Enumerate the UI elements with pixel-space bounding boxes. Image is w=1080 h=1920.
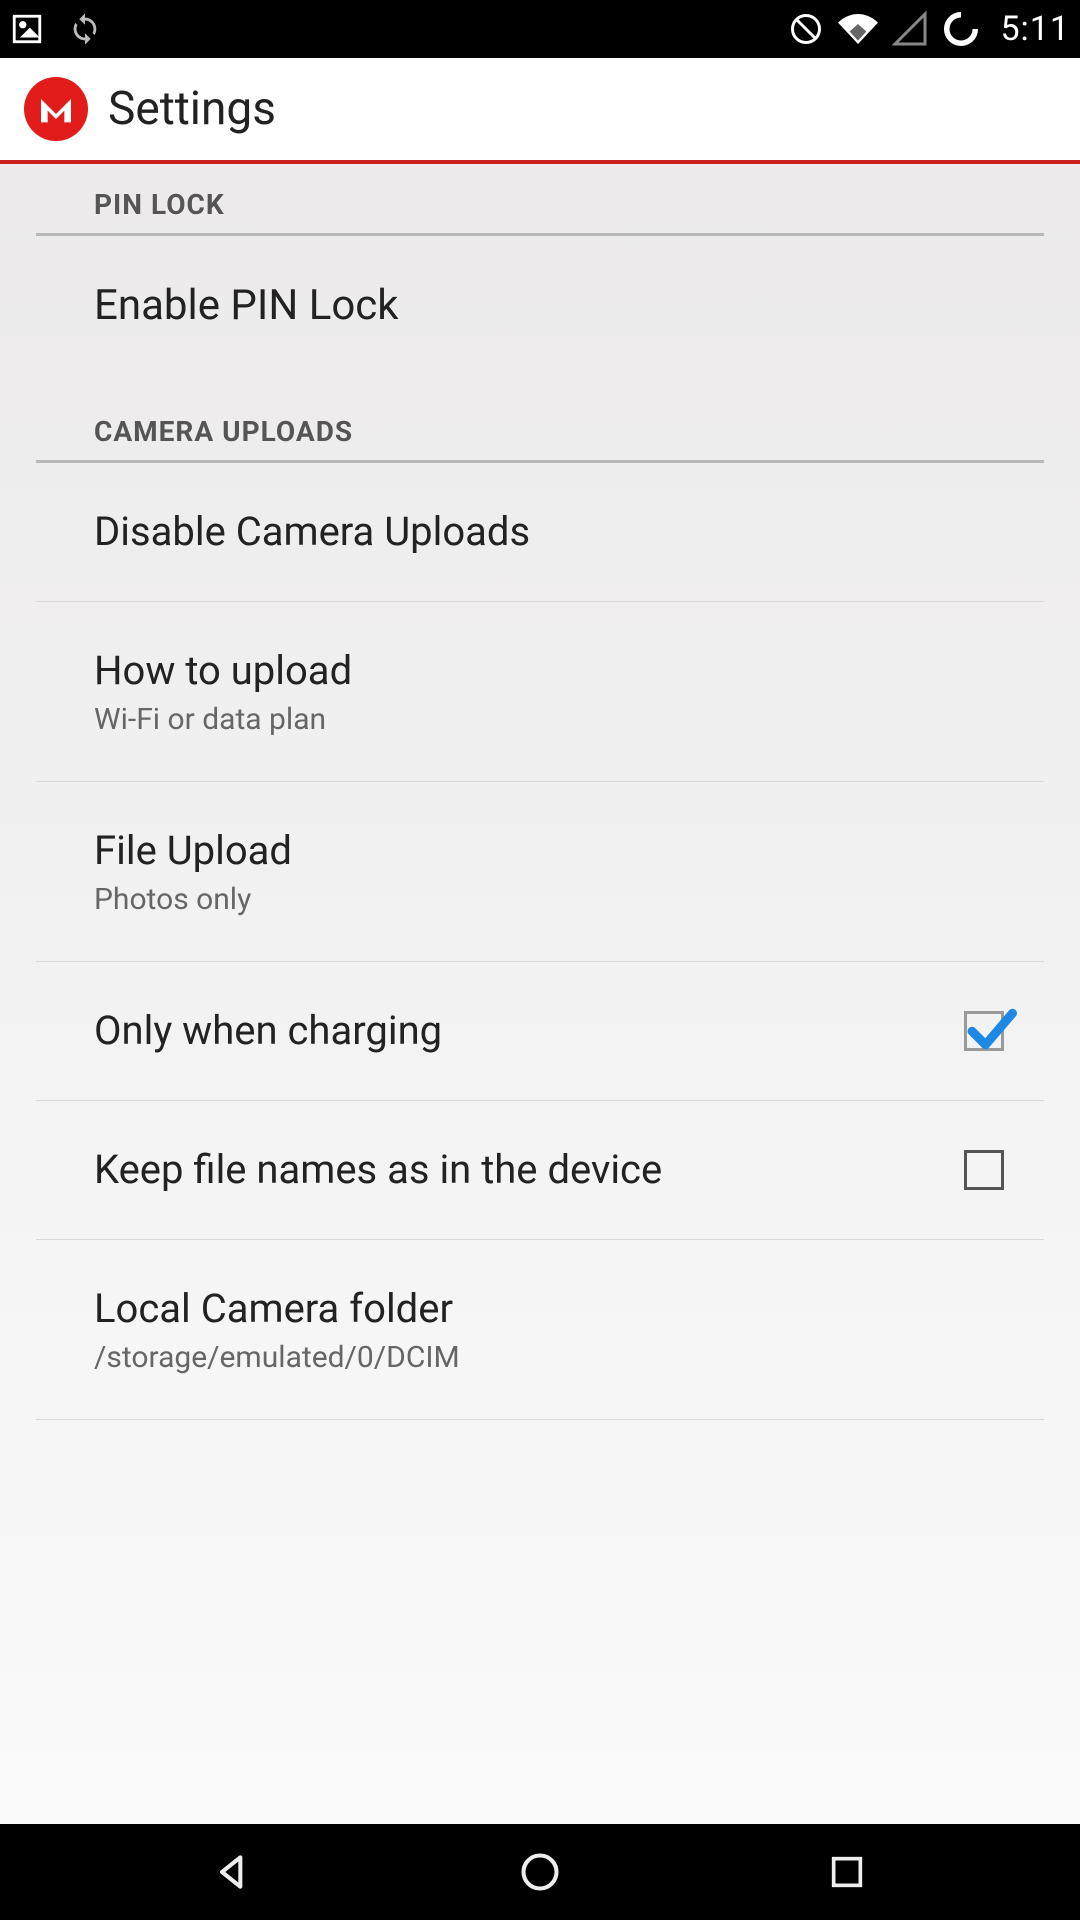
page-title: Settings bbox=[108, 82, 276, 136]
settings-list[interactable]: PIN LOCK Enable PIN Lock CAMERA UPLOADS … bbox=[0, 164, 1080, 1824]
back-button[interactable] bbox=[173, 1842, 293, 1902]
item-subtitle: Photos only bbox=[94, 882, 1004, 917]
item-subtitle: /storage/emulated/0/DCIM bbox=[94, 1340, 1004, 1375]
status-time: 5:11 bbox=[1000, 9, 1070, 49]
item-title: File Upload bbox=[94, 826, 1004, 876]
checkbox-only-when-charging[interactable] bbox=[964, 1011, 1004, 1051]
section-header-camera-uploads: CAMERA UPLOADS bbox=[36, 385, 1044, 463]
navigation-bar bbox=[0, 1824, 1080, 1920]
sync-icon bbox=[68, 12, 102, 46]
item-file-upload[interactable]: File Upload Photos only bbox=[36, 782, 1044, 962]
item-title: Enable PIN Lock bbox=[94, 280, 1004, 333]
home-button[interactable] bbox=[480, 1842, 600, 1902]
status-bar: 5:11 bbox=[0, 0, 1080, 58]
item-disable-camera-uploads[interactable]: Disable Camera Uploads bbox=[36, 463, 1044, 602]
item-only-when-charging[interactable]: Only when charging bbox=[36, 962, 1044, 1101]
image-icon bbox=[10, 12, 44, 46]
item-enable-pin-lock[interactable]: Enable PIN Lock bbox=[36, 236, 1044, 377]
item-title: Keep file names as in the device bbox=[94, 1145, 934, 1195]
item-subtitle: Wi-Fi or data plan bbox=[94, 702, 1004, 737]
item-title: How to upload bbox=[94, 646, 1004, 696]
item-how-to-upload[interactable]: How to upload Wi-Fi or data plan bbox=[36, 602, 1044, 782]
item-keep-file-names[interactable]: Keep file names as in the device bbox=[36, 1101, 1044, 1240]
item-local-camera-folder[interactable]: Local Camera folder /storage/emulated/0/… bbox=[36, 1240, 1044, 1420]
recent-apps-button[interactable] bbox=[787, 1842, 907, 1902]
wifi-icon bbox=[838, 9, 878, 49]
app-bar: Settings bbox=[0, 58, 1080, 164]
item-title: Local Camera folder bbox=[94, 1284, 1004, 1334]
item-title: Only when charging bbox=[94, 1006, 934, 1056]
loading-icon bbox=[942, 10, 980, 48]
no-icon bbox=[788, 11, 824, 47]
section-header-pin-lock: PIN LOCK bbox=[36, 164, 1044, 236]
cell-signal-icon bbox=[892, 11, 928, 47]
item-title: Disable Camera Uploads bbox=[94, 507, 1004, 557]
checkbox-keep-file-names[interactable] bbox=[964, 1150, 1004, 1190]
mega-logo-icon bbox=[24, 77, 88, 141]
